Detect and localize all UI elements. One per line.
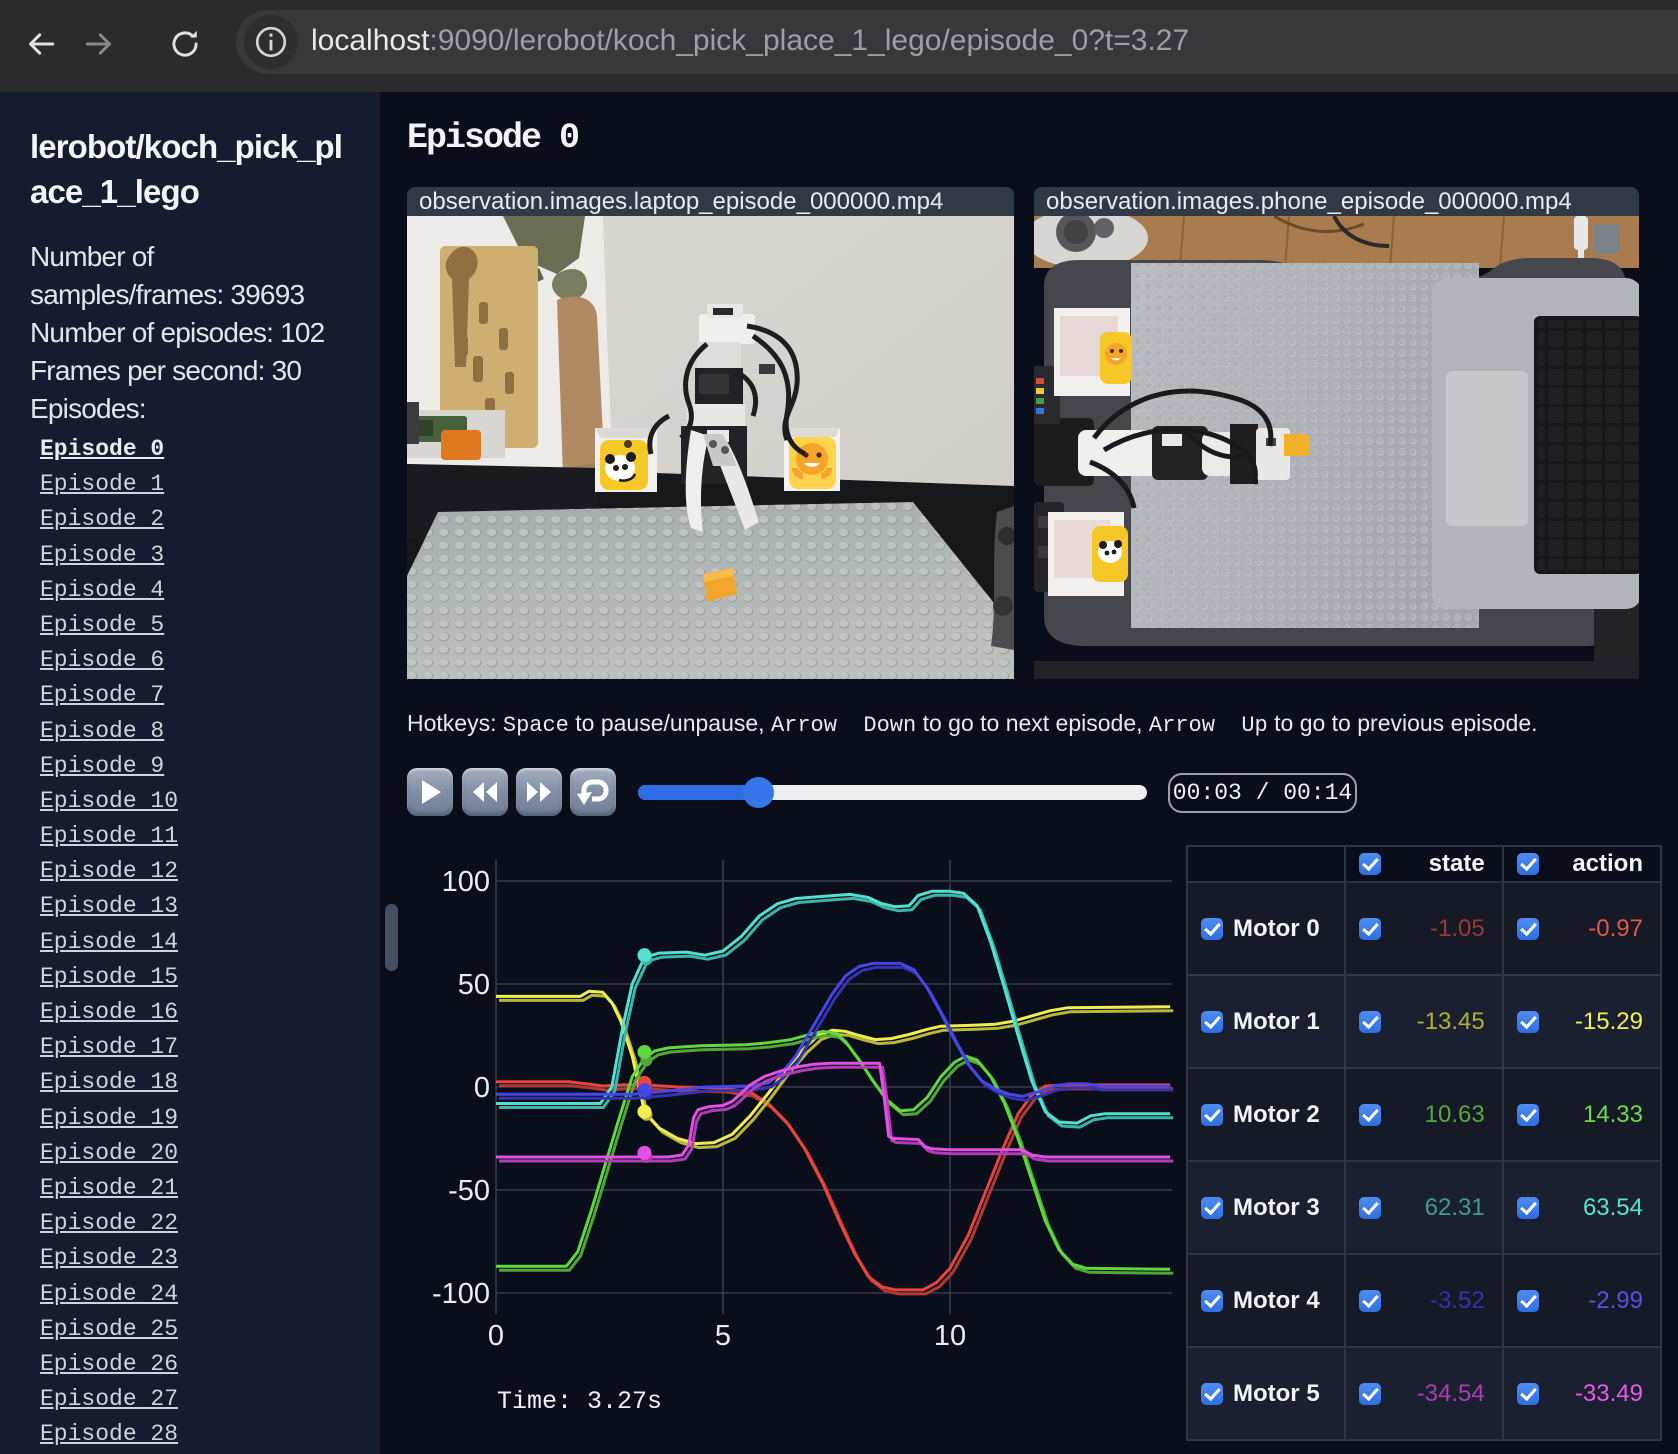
svg-text:0: 0 (488, 1320, 504, 1352)
svg-text:0: 0 (474, 1072, 490, 1104)
svg-text:10: 10 (934, 1320, 966, 1352)
svg-text:-50: -50 (448, 1175, 490, 1207)
svg-text:5: 5 (715, 1320, 731, 1352)
svg-text:50: 50 (458, 969, 490, 1001)
svg-text:-100: -100 (432, 1278, 490, 1310)
svg-text:100: 100 (442, 866, 490, 898)
